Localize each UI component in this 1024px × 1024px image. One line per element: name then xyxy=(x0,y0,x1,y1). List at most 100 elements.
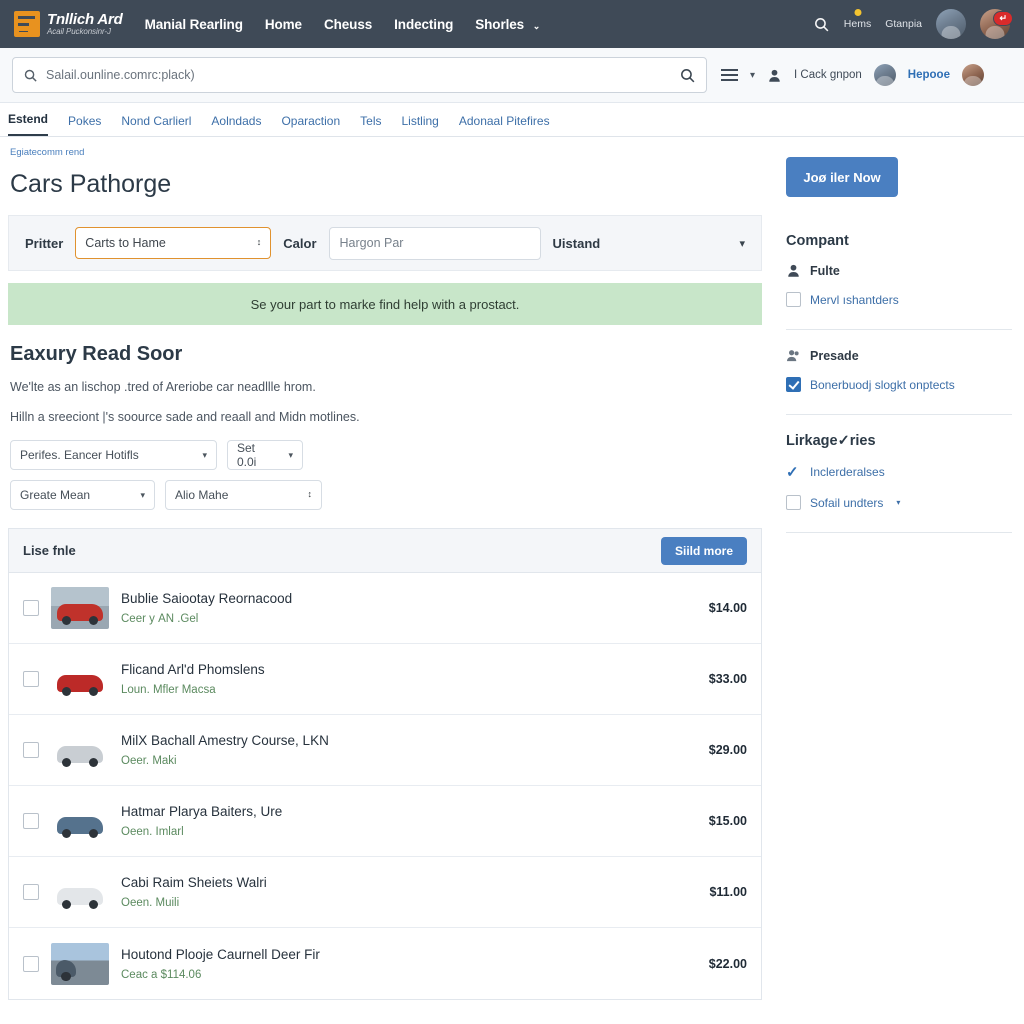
sidebar-divider xyxy=(786,329,1012,330)
search-input[interactable] xyxy=(46,68,671,82)
table-row[interactable]: Flicand Arl'd Phomslens Loun. Mfler Macs… xyxy=(9,644,761,715)
dropdown-row-top: Perifes. Eancer Hotifls ▾ Set 0.0i ▾ xyxy=(8,440,762,480)
sidebar-company-check-row[interactable]: Mervl ıshantders xyxy=(786,292,1012,307)
row-thumbnail xyxy=(51,729,109,771)
tab-listling[interactable]: Listling xyxy=(402,114,439,136)
row-content: Bublie Saiootay Reornacood Ceer у AN .Ge… xyxy=(121,591,697,625)
table-row[interactable]: MilX Bachall Amestry Course, LKN Oeer. M… xyxy=(9,715,761,786)
nav-link-home[interactable]: Home xyxy=(265,17,302,32)
nav-link-label: Indecting xyxy=(394,16,454,32)
row-checkbox[interactable] xyxy=(23,600,39,616)
sidebar-heading-compant: Compant xyxy=(786,233,849,249)
row-checkbox[interactable] xyxy=(23,884,39,900)
avatar-primary[interactable] xyxy=(936,9,966,39)
right-sidebar: Joø iler Now Compant Fulte Mervl ıshantd… xyxy=(770,137,1024,1024)
avatar-profile-alt[interactable] xyxy=(961,64,984,86)
row-price: $15.00 xyxy=(708,814,747,828)
table-row[interactable]: Bublie Saiootay Reornacood Ceer у AN .Ge… xyxy=(9,573,761,644)
tab-tels[interactable]: Tels xyxy=(360,114,381,136)
breadcrumb[interactable]: Egiatecomm rend xyxy=(8,137,762,158)
sidebar-divider-3 xyxy=(786,532,1012,533)
filter-select-value: Carts to Hame xyxy=(85,236,166,250)
row-price: $11.00 xyxy=(709,885,747,899)
table-row[interactable]: Houtond Plooje Caurnell Deer Fir Ceac a … xyxy=(9,928,761,999)
profile-link[interactable]: Hepooe xyxy=(908,69,950,81)
filter-input-calor[interactable] xyxy=(328,226,541,260)
dropdown-label: Alio Mahe xyxy=(175,488,229,502)
nav-link-indecting[interactable]: Indecting xyxy=(394,17,453,32)
person-icon xyxy=(788,264,799,277)
sidebar-presade-link[interactable]: Bonerbuodj slogkt onptects xyxy=(810,378,955,392)
topnav-item-gtanpia[interactable]: Gtanpia xyxy=(885,18,922,30)
sidebar-checkbox-unchecked[interactable] xyxy=(786,292,801,307)
table-row[interactable]: Cabi Raim Sheiets Walri Oeen. Muili $11.… xyxy=(9,857,761,928)
row-title: MilX Bachall Amestry Course, LKN xyxy=(121,733,329,748)
row-price: $22.00 xyxy=(708,956,747,971)
chevron-down-icon: ▾ xyxy=(739,237,745,250)
row-thumbnail xyxy=(51,871,109,913)
sidebar-checkbox-unchecked-2[interactable] xyxy=(786,495,801,510)
row-content: Cabi Raim Sheiets Walri Oeen. Muili xyxy=(121,875,697,909)
nav-link-cheuss[interactable]: Cheuss xyxy=(324,17,372,32)
tab-nond-carlierl[interactable]: Nond Carlierl xyxy=(121,114,191,136)
page-body: Egiatecomm rend Cars Pathorge Pritter Ca… xyxy=(0,137,1024,1024)
tab-oparaction[interactable]: Oparaction xyxy=(281,114,340,136)
info-banner: Se your part to marke find help with a p… xyxy=(8,283,762,325)
nav-link-manial-rearling[interactable]: Manial Rearling xyxy=(145,17,243,32)
sidebar-presade-check-row[interactable]: Bonerbuodj slogkt onptects xyxy=(786,377,1012,392)
top-nav-right-cluster: Hems Gtanpia ↵ xyxy=(813,9,1013,39)
tab-aolndads[interactable]: Aolndads xyxy=(211,114,261,136)
tab-estend[interactable]: Estend xyxy=(8,112,49,136)
row-price: $29.00 xyxy=(708,743,747,757)
site-logo[interactable]: Tnllich Ard Acail Puckonsinr-J xyxy=(14,11,123,37)
sidebar-linkage-row-2[interactable]: Sofail undters ▾ xyxy=(786,495,1012,510)
row-checkbox[interactable] xyxy=(23,671,39,687)
search-icon[interactable] xyxy=(813,16,830,33)
sidebar-checkbox-checked[interactable] xyxy=(786,377,801,392)
dropdown-greate-mean[interactable]: Greate Mean ▾ xyxy=(10,480,155,510)
topnav-item-hems[interactable]: Hems xyxy=(844,9,871,30)
dropdown-alio-mahe[interactable]: Alio Mahe ↕ xyxy=(165,480,322,510)
account-label[interactable]: I Cack gnpon xyxy=(794,69,862,81)
row-checkbox[interactable] xyxy=(23,813,39,829)
sidebar-linkage-row-1[interactable]: ✓ Inclerderalses xyxy=(786,463,1012,481)
info-banner-text: Se your part to marke find help with a p… xyxy=(250,296,520,312)
sidebar-company-person-label: Fulte xyxy=(810,263,840,278)
checkmark-icon: ✓ xyxy=(786,464,799,481)
filter-dropdown-uistand[interactable]: Uistand ▾ xyxy=(553,236,745,251)
filter-label-uistand: Uistand xyxy=(552,235,601,251)
filter-label-pritter: Pritter xyxy=(25,235,64,251)
search-submit-icon[interactable] xyxy=(679,67,696,84)
filter-select-carts-to-hame[interactable]: Carts to Hame ↕ xyxy=(75,227,272,259)
row-content: MilX Bachall Amestry Course, LKN Oeer. M… xyxy=(121,733,697,767)
sidebar-company-check-label[interactable]: Mervl ıshantders xyxy=(810,293,899,307)
search-icon xyxy=(24,69,37,82)
section-paragraph-2: Hilln a sreeciont |'s soource sade and r… xyxy=(10,410,360,424)
page-title: Cars Pathorge xyxy=(10,170,172,198)
tab-pokes[interactable]: Pokes xyxy=(68,114,101,136)
section-title: Eaxury Read Soor xyxy=(10,343,183,365)
avatar-profile[interactable] xyxy=(873,64,896,86)
row-checkbox[interactable] xyxy=(23,742,39,758)
search-box[interactable] xyxy=(12,57,707,93)
dropdown-set-value[interactable]: Set 0.0i ▾ xyxy=(227,440,303,470)
people-icon xyxy=(787,350,799,362)
row-content: Flicand Arl'd Phomslens Loun. Mfler Macs… xyxy=(121,662,697,696)
sidebar-linkage-label-1[interactable]: Inclerderalses xyxy=(810,465,885,479)
results-list-header: Lise fnle Siild more xyxy=(9,529,761,573)
logo-title: Tnllich Ard xyxy=(47,10,123,28)
load-more-button[interactable]: Siild more xyxy=(660,536,747,565)
sidebar-heading-lirkage: Lirkage✓ries xyxy=(786,433,876,449)
sidebar-linkage-label-2[interactable]: Sofail undters xyxy=(810,496,883,510)
chevron-down-icon[interactable]: ▾ xyxy=(896,498,900,507)
nav-link-shorles[interactable]: Shorles ⌄ xyxy=(475,17,540,32)
row-checkbox[interactable] xyxy=(23,955,39,972)
hamburger-icon[interactable] xyxy=(721,69,738,81)
chevron-down-icon: ▾ xyxy=(202,449,207,460)
table-row[interactable]: Hatmar Plarya Baiters, Ure Oeen. Imlarl … xyxy=(9,786,761,857)
chevron-down-icon[interactable]: ▾ xyxy=(750,70,755,81)
join-now-button[interactable]: Joø iler Now xyxy=(786,157,898,197)
dropdown-perifes-eancer-hotifls[interactable]: Perifes. Eancer Hotifls ▾ xyxy=(10,440,217,470)
row-subtitle: Oeen. Muili xyxy=(121,897,180,909)
tab-adonaal-pitefires[interactable]: Adonaal Pitefires xyxy=(459,114,550,136)
